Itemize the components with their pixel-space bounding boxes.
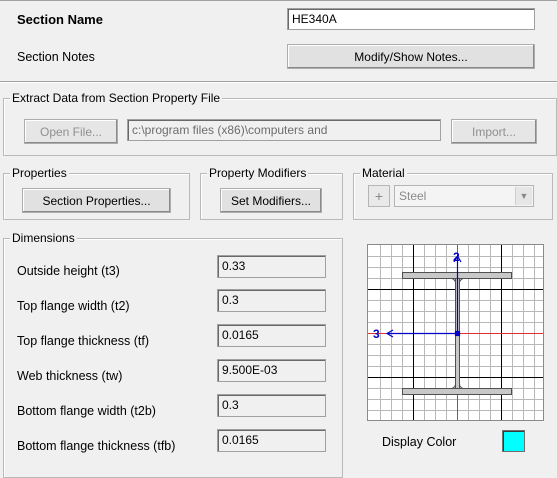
web-thickness-input[interactable]: 9.500E-03 bbox=[217, 359, 326, 382]
top-flange-thickness-input[interactable]: 0.0165 bbox=[217, 324, 326, 347]
display-color-swatch[interactable] bbox=[502, 430, 525, 452]
outside-height-label: Outside height (t3) bbox=[17, 264, 120, 278]
section-properties-button[interactable]: Section Properties... bbox=[22, 188, 171, 213]
extract-data-title: Extract Data from Section Property File bbox=[10, 90, 223, 106]
axis-3-label: 3 bbox=[373, 327, 380, 341]
property-file-path: c:\program files (x86)\computers and bbox=[127, 119, 441, 141]
dimensions-title: Dimensions bbox=[10, 230, 77, 246]
section-preview: 2 3 bbox=[367, 244, 544, 421]
top-flange-width-label: Top flange width (t2) bbox=[17, 299, 130, 313]
bottom-flange-thickness-input[interactable]: 0.0165 bbox=[217, 429, 326, 452]
web-thickness-label: Web thickness (tw) bbox=[17, 369, 123, 383]
i-section-drawing: 2 3 bbox=[368, 245, 543, 420]
modify-show-notes-button[interactable]: Modify/Show Notes... bbox=[287, 44, 535, 69]
material-title: Material bbox=[360, 165, 407, 181]
bottom-flange-thickness-label: Bottom flange thickness (tfb) bbox=[17, 439, 176, 453]
outside-height-input[interactable]: 0.33 bbox=[217, 255, 326, 278]
axis-2-label: 2 bbox=[453, 250, 460, 264]
chevron-down-icon[interactable]: ▼ bbox=[515, 187, 532, 205]
top-flange-width-input[interactable]: 0.3 bbox=[217, 289, 326, 312]
properties-title: Properties bbox=[10, 165, 69, 181]
material-select[interactable]: Steel ▼ bbox=[394, 185, 534, 207]
material-selected-value: Steel bbox=[399, 189, 427, 203]
property-modifiers-title: Property Modifiers bbox=[207, 165, 309, 181]
section-name-label: Section Name bbox=[17, 12, 103, 27]
display-color-label: Display Color bbox=[382, 435, 457, 449]
open-file-button[interactable]: Open File... bbox=[24, 119, 118, 144]
bottom-flange-width-label: Bottom flange width (t2b) bbox=[17, 404, 156, 418]
section-name-input[interactable]: HE340A bbox=[287, 8, 535, 30]
add-material-button[interactable]: + bbox=[368, 185, 390, 207]
section-notes-label: Section Notes bbox=[17, 50, 95, 64]
bottom-flange-width-input[interactable]: 0.3 bbox=[217, 394, 326, 417]
set-modifiers-button[interactable]: Set Modifiers... bbox=[220, 188, 322, 213]
import-button[interactable]: Import... bbox=[451, 119, 537, 144]
top-flange-thickness-label: Top flange thickness (tf) bbox=[17, 334, 150, 348]
